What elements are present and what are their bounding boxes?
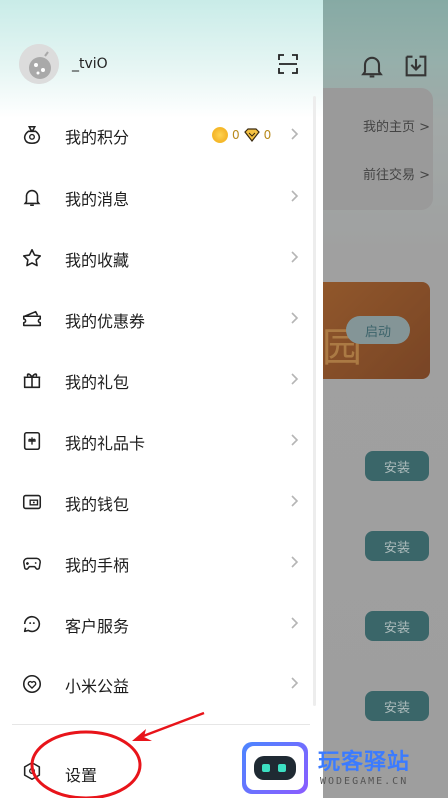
bell-icon	[23, 189, 41, 207]
menu-item-points[interactable]: 我的积分 0 0	[0, 104, 323, 164]
chevron-right-icon	[291, 677, 299, 689]
points-summary: 0 0	[212, 126, 271, 144]
chevron-right-icon	[291, 495, 299, 507]
coin-count: 0	[232, 128, 240, 142]
menu-item-label: 我的钱包	[65, 495, 130, 514]
menu-item-charity[interactable]: 小米公益	[0, 653, 323, 713]
menu-item-label: 小米公益	[65, 677, 130, 696]
side-drawer: _tviO 我的积分 0 0 我的消息 我的收藏 我的优惠券 我的礼包 我的礼品…	[0, 0, 323, 798]
drawer-header: _tviO	[0, 38, 323, 94]
menu-item-label: 我的消息	[65, 190, 130, 209]
chevron-right-icon	[291, 128, 299, 140]
chevron-right-icon	[291, 434, 299, 446]
robot-logo-icon	[242, 742, 308, 794]
menu-item-favorites[interactable]: 我的收藏	[0, 227, 323, 287]
coin-icon	[212, 127, 228, 143]
settings-hexagon-icon	[23, 761, 41, 781]
menu-item-label: 我的优惠券	[65, 312, 146, 331]
coupon-icon	[22, 310, 42, 327]
menu-item-label: 我的礼品卡	[65, 434, 146, 453]
menu-item-label: 我的礼包	[65, 373, 130, 392]
diamond-count: 0	[263, 128, 272, 142]
divider	[12, 724, 310, 725]
menu-item-gift-packs[interactable]: 我的礼包	[0, 349, 323, 409]
menu-item-coupons[interactable]: 我的优惠券	[0, 288, 323, 348]
chevron-right-icon	[291, 312, 299, 324]
chevron-right-icon	[291, 556, 299, 568]
money-bag-icon	[23, 125, 41, 145]
watermark-title: 玩客驿站	[318, 750, 411, 775]
watermark-logo: 玩客驿站 WODEGAME.CN	[242, 742, 448, 798]
menu-item-label: 我的收藏	[65, 251, 130, 270]
star-icon	[22, 248, 42, 267]
chevron-right-icon	[291, 617, 299, 629]
menu-item-label: 我的手柄	[65, 556, 130, 575]
watermark-subtitle: WODEGAME.CN	[320, 776, 409, 787]
menu-item-gift-cards[interactable]: 我的礼品卡	[0, 410, 323, 470]
heart-icon	[22, 674, 42, 694]
avatar[interactable]	[19, 44, 59, 84]
menu-item-customer-service[interactable]: 客户服务	[0, 593, 323, 653]
scan-icon[interactable]	[276, 52, 300, 76]
customer-service-icon	[23, 615, 41, 633]
username[interactable]: _tviO	[72, 56, 108, 72]
wallet-icon	[22, 494, 42, 510]
menu-item-messages[interactable]: 我的消息	[0, 166, 323, 226]
gift-card-icon	[23, 431, 41, 451]
chevron-right-icon	[291, 190, 299, 202]
chevron-right-icon	[291, 251, 299, 263]
diamond-icon	[243, 128, 260, 142]
menu-item-label: 我的积分	[65, 128, 130, 147]
gamepad-icon	[23, 557, 41, 570]
menu-item-gamepad[interactable]: 我的手柄	[0, 532, 323, 592]
menu-item-label: 客户服务	[65, 617, 130, 636]
menu-item-wallet[interactable]: 我的钱包	[0, 471, 323, 531]
gift-icon	[23, 373, 41, 389]
menu-item-label: 设置	[65, 766, 98, 785]
chevron-right-icon	[291, 373, 299, 385]
